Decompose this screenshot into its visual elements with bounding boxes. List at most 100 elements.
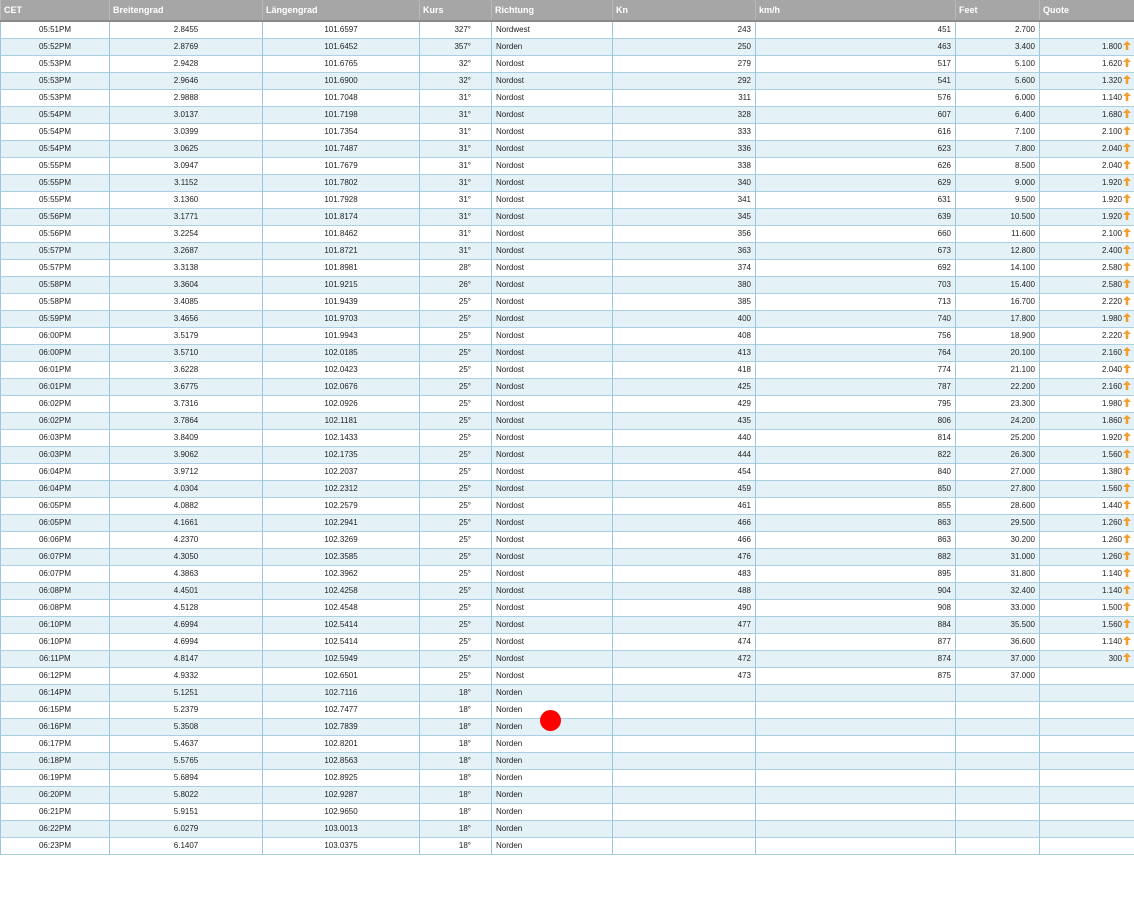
cell-knots-value: 474: [737, 637, 751, 646]
table-row[interactable]: 06:08PM 4.5128 102.4548 25° Nordost 490 908 33.…: [0, 599, 1134, 617]
table-row[interactable]: 05:58PM 3.3604 101.9215 26° Nordost 380 703 15.…: [0, 276, 1134, 294]
cell-knots: [612, 769, 756, 787]
cell-direction-value: Norden: [496, 790, 523, 799]
cell-knots-value: 477: [737, 620, 751, 629]
cell-direction: Nordost: [491, 327, 613, 345]
table-row[interactable]: 05:51PM 2.8455 101.6597 327° Nordwest 243 451 2…: [0, 20, 1134, 39]
table-row[interactable]: 06:03PM 3.9062 102.1735 25° Nordost 444 822 26.…: [0, 446, 1134, 464]
table-row[interactable]: 06:05PM 4.0882 102.2579 25° Nordost 461 855 28.…: [0, 497, 1134, 515]
cell-course: 25°: [419, 650, 492, 668]
cell-course: 357°: [419, 38, 492, 56]
column-header-latitude[interactable]: Breitengrad: [109, 0, 263, 22]
cell-time: 06:03PM: [0, 446, 110, 464]
column-header-knots[interactable]: Kn: [612, 0, 756, 22]
table-row[interactable]: 06:02PM 3.7864 102.1181 25° Nordost 435 806 24.…: [0, 412, 1134, 430]
table-row[interactable]: 06:12PM 4.9332 102.6501 25° Nordost 473 875 37.…: [0, 667, 1134, 685]
cell-course-value: 32°: [458, 59, 471, 68]
column-header-time[interactable]: CET: [0, 0, 110, 22]
cell-direction: Nordost: [491, 140, 613, 158]
column-header-feet[interactable]: Feet: [955, 0, 1040, 22]
cell-course-value: 25°: [458, 365, 471, 374]
cell-knots-value: 466: [737, 518, 751, 527]
table-row[interactable]: 06:19PM 5.6894 102.8925 18° Norden: [0, 769, 1134, 787]
column-header-longitude[interactable]: Längengrad: [262, 0, 420, 22]
column-header-direction[interactable]: Richtung: [491, 0, 613, 22]
table-row[interactable]: 06:00PM 3.5710 102.0185 25° Nordost 413 764 20.…: [0, 344, 1134, 362]
column-header-kmh[interactable]: km/h: [755, 0, 956, 22]
table-row[interactable]: 05:53PM 2.9646 101.6900 32° Nordost 292 541 5.6…: [0, 72, 1134, 90]
table-row[interactable]: 06:06PM 4.2370 102.3269 25° Nordost 466 863 30.…: [0, 531, 1134, 549]
table-row[interactable]: 06:05PM 4.1661 102.2941 25° Nordost 466 863 29.…: [0, 514, 1134, 532]
cell-knots: 338: [612, 157, 756, 175]
table-row[interactable]: 06:20PM 5.8022 102.9287 18° Norden: [0, 786, 1134, 804]
table-row[interactable]: 06:22PM 6.0279 103.0013 18° Norden: [0, 820, 1134, 838]
cell-quote-value: 1.500: [1101, 603, 1122, 612]
table-row[interactable]: 05:54PM 3.0625 101.7487 31° Nordost 336 623 7.8…: [0, 140, 1134, 158]
cell-quote-value: 2.040: [1101, 144, 1122, 153]
table-row[interactable]: 05:59PM 3.4656 101.9703 25° Nordost 400 740 17.…: [0, 310, 1134, 328]
cell-longitude-value: 101.7928: [324, 195, 358, 204]
cell-kmh: [755, 769, 956, 787]
table-row[interactable]: 06:16PM 5.3508 102.7839 18° Norden: [0, 718, 1134, 736]
table-row[interactable]: 06:02PM 3.7316 102.0926 25° Nordost 429 795 23.…: [0, 395, 1134, 413]
cell-longitude: 102.2579: [262, 497, 420, 515]
table-row[interactable]: 05:55PM 3.0947 101.7679 31° Nordost 338 626 8.5…: [0, 157, 1134, 175]
table-row[interactable]: 05:54PM 3.0399 101.7354 31° Nordost 333 616 7.1…: [0, 123, 1134, 141]
cell-longitude: 102.4548: [262, 599, 420, 617]
cell-longitude-value: 101.9215: [324, 280, 358, 289]
column-header-quote[interactable]: Quote: [1039, 0, 1134, 22]
column-header-course[interactable]: Kurs: [419, 0, 492, 22]
table-row[interactable]: 06:03PM 3.8409 102.1433 25° Nordost 440 814 25.…: [0, 429, 1134, 447]
table-row[interactable]: 05:56PM 3.2254 101.8462 31° Nordost 356 660 11.…: [0, 225, 1134, 243]
table-row[interactable]: 06:07PM 4.3050 102.3585 25° Nordost 476 882 31.…: [0, 548, 1134, 566]
table-row[interactable]: 05:58PM 3.4085 101.9439 25° Nordost 385 713 16.…: [0, 293, 1134, 311]
cell-feet: 30.200: [955, 531, 1040, 549]
table-row[interactable]: 06:17PM 5.4637 102.8201 18° Norden: [0, 735, 1134, 753]
cell-knots: 425: [612, 378, 756, 396]
cell-knots: [612, 786, 756, 804]
cell-kmh-value: 616: [937, 127, 951, 136]
cell-longitude-value: 102.3269: [324, 535, 358, 544]
table-row[interactable]: 05:57PM 3.2687 101.8721 31° Nordost 363 673 12.…: [0, 242, 1134, 260]
cell-time-value: 05:54PM: [38, 144, 72, 153]
table-row[interactable]: 06:15PM 5.2379 102.7477 18° Norden: [0, 701, 1134, 719]
cell-course-value: 31°: [458, 93, 471, 102]
table-row[interactable]: 06:04PM 4.0304 102.2312 25° Nordost 459 850 27.…: [0, 480, 1134, 498]
cell-feet: 31.000: [955, 548, 1040, 566]
table-row[interactable]: 06:04PM 3.9712 102.2037 25° Nordost 454 840 27.…: [0, 463, 1134, 481]
table-row[interactable]: 06:21PM 5.9151 102.9650 18° Norden: [0, 803, 1134, 821]
table-row[interactable]: 06:10PM 4.6994 102.5414 25° Nordost 477 884 35.…: [0, 616, 1134, 634]
table-row[interactable]: 06:07PM 4.3863 102.3962 25° Nordost 483 895 31.…: [0, 565, 1134, 583]
cell-feet-value: 22.200: [1010, 382, 1035, 391]
table-row[interactable]: 05:56PM 3.1771 101.8174 31° Nordost 345 639 10.…: [0, 208, 1134, 226]
cell-time: 05:51PM: [0, 20, 110, 39]
cell-kmh: 607: [755, 106, 956, 124]
table-row[interactable]: 06:01PM 3.6775 102.0676 25° Nordost 425 787 22.…: [0, 378, 1134, 396]
table-row[interactable]: 06:11PM 4.8147 102.5949 25° Nordost 472 874 37.…: [0, 650, 1134, 668]
table-row[interactable]: 05:54PM 3.0137 101.7198 31° Nordost 328 607 6.4…: [0, 106, 1134, 124]
table-row[interactable]: 06:14PM 5.1251 102.7116 18° Norden: [0, 684, 1134, 702]
arrow-up-icon: [1123, 109, 1131, 118]
cell-latitude: 4.2370: [109, 531, 263, 549]
cell-longitude-value: 102.8563: [324, 756, 358, 765]
table-row[interactable]: 05:53PM 2.9888 101.7048 31° Nordost 311 576 6.0…: [0, 89, 1134, 107]
table-row[interactable]: 05:55PM 3.1152 101.7802 31° Nordost 340 629 9.0…: [0, 174, 1134, 192]
table-row[interactable]: 06:00PM 3.5179 101.9943 25° Nordost 408 756 18.…: [0, 327, 1134, 345]
cell-direction: Nordost: [491, 310, 613, 328]
table-row[interactable]: 05:52PM 2.8769 101.6452 357° Norden 250 463 3.4…: [0, 38, 1134, 56]
table-row[interactable]: 05:57PM 3.3138 101.8981 28° Nordost 374 692 14.…: [0, 259, 1134, 277]
table-row[interactable]: 06:08PM 4.4501 102.4258 25° Nordost 488 904 32.…: [0, 582, 1134, 600]
arrow-up-icon: [1123, 177, 1131, 186]
cell-direction-value: Nordost: [496, 501, 525, 510]
table-row[interactable]: 05:55PM 3.1360 101.7928 31° Nordost 341 631 9.5…: [0, 191, 1134, 209]
table-row[interactable]: 06:18PM 5.5765 102.8563 18° Norden: [0, 752, 1134, 770]
cell-time: 06:20PM: [0, 786, 110, 804]
table-row[interactable]: 06:10PM 4.6994 102.5414 25° Nordost 474 877 36.…: [0, 633, 1134, 651]
table-row[interactable]: 05:53PM 2.9428 101.6765 32° Nordost 279 517 5.1…: [0, 55, 1134, 73]
cell-kmh-value: 884: [937, 620, 951, 629]
cell-direction-value: Nordost: [496, 637, 525, 646]
table-row[interactable]: 06:01PM 3.6228 102.0423 25° Nordost 418 774 21.…: [0, 361, 1134, 379]
cell-longitude-value: 102.8925: [324, 773, 358, 782]
cell-quote-value: 1.980: [1101, 399, 1122, 408]
table-row[interactable]: 06:23PM 6.1407 103.0375 18° Norden: [0, 837, 1134, 855]
